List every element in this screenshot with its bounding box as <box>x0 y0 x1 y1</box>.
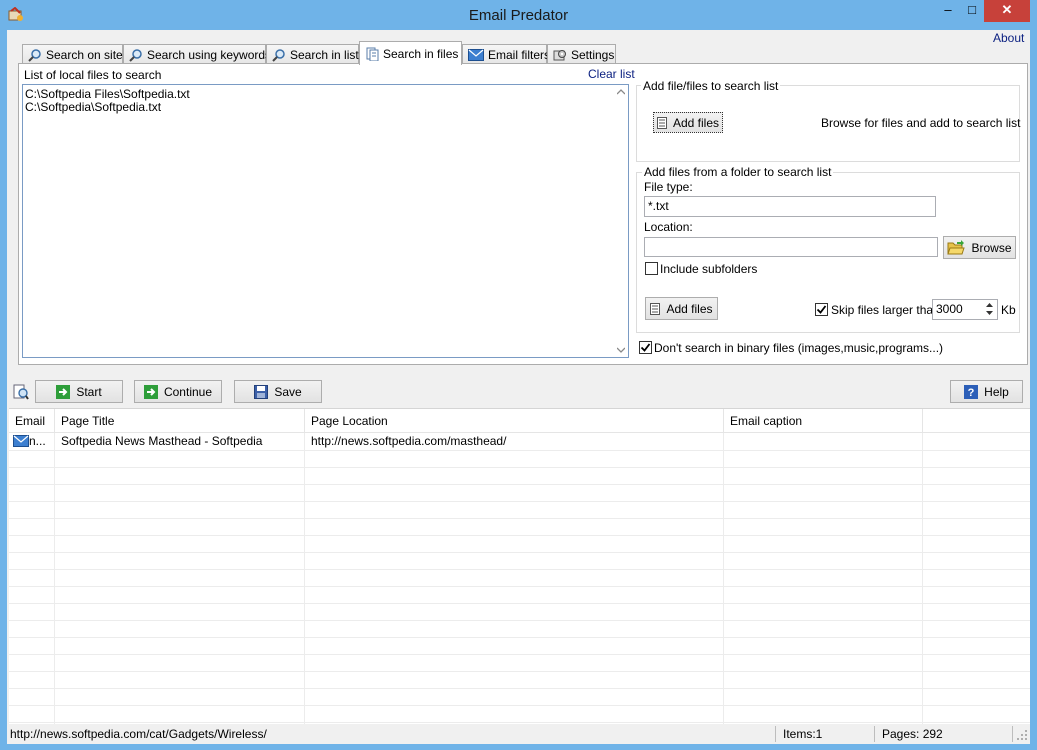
column-header-email-caption[interactable]: Email caption <box>724 409 923 433</box>
add-folder-files-button[interactable]: Add files <box>645 297 718 320</box>
status-items: Items:1 <box>783 727 823 741</box>
status-url: http://news.softpedia.com/cat/Gadgets/Wi… <box>10 727 267 741</box>
cell-email-caption[interactable] <box>724 433 923 450</box>
document-icon <box>656 116 667 129</box>
magnifier-icon <box>129 48 142 62</box>
column-header-filler <box>923 409 1030 433</box>
button-label: Help <box>984 384 1009 399</box>
list-item[interactable]: C:\Softpedia\Softpedia.txt <box>25 100 161 114</box>
help-icon: ? <box>964 384 979 399</box>
table-row[interactable]: n... <box>9 433 55 450</box>
checkmark-icon <box>816 305 827 314</box>
chevron-down-icon[interactable] <box>617 347 625 353</box>
column-header-email[interactable]: Email <box>9 409 55 433</box>
resize-grip-icon[interactable] <box>1017 730 1028 741</box>
list-item[interactable]: C:\Softpedia Files\Softpedia.txt <box>25 87 190 101</box>
arrow-right-icon <box>56 384 71 399</box>
browse-button[interactable]: Browse <box>943 236 1016 259</box>
files-listbox[interactable]: C:\Softpedia Files\Softpedia.txt C:\Soft… <box>22 84 629 358</box>
tab-search-in-files[interactable]: Search in files <box>359 41 462 65</box>
start-button[interactable]: Start <box>35 380 123 403</box>
tab-email-filters[interactable]: Email filters <box>462 44 551 64</box>
include-subfolders-label: Include subfolders <box>660 262 758 276</box>
cell-page-location[interactable]: http://news.softpedia.com/masthead/ <box>305 433 724 450</box>
tab-label: Email filters <box>488 47 551 62</box>
file-type-input[interactable]: *.txt <box>644 196 936 217</box>
button-label: Save <box>274 384 302 399</box>
tab-search-on-site[interactable]: Search on site <box>22 44 123 64</box>
tab-label: Search on site <box>46 47 123 62</box>
search-status-icon <box>13 384 29 403</box>
clear-list-link[interactable]: Clear list <box>588 67 635 81</box>
tab-search-using-keywords[interactable]: Search using keywords <box>123 44 271 64</box>
add-files-legend: Add file/files to search list <box>641 79 781 93</box>
spin-arrows-icon[interactable] <box>985 302 994 316</box>
cell-page-title[interactable]: Softpedia News Masthead - Softpedia <box>55 433 305 450</box>
floppy-disk-icon <box>254 384 269 399</box>
status-bar: http://news.softpedia.com/cat/Gadgets/Wi… <box>7 724 1030 744</box>
tab-label: Search in list <box>290 47 359 62</box>
gear-icon <box>553 49 566 60</box>
skip-binary-label: Don't search in binary files (images,mus… <box>654 341 944 355</box>
button-label: Browse <box>971 240 1012 255</box>
folder-open-icon <box>947 239 966 254</box>
close-button[interactable]: ✕ <box>984 0 1030 22</box>
window-title: Email Predator <box>468 7 569 24</box>
add-files-description: Browse for files and add to search list <box>821 116 1021 130</box>
skip-large-files-checkbox[interactable] <box>815 303 828 316</box>
about-link[interactable]: About <box>993 31 1024 45</box>
continue-button[interactable]: Continue <box>134 380 222 403</box>
minimize-button[interactable]: – <box>936 0 960 22</box>
checkmark-icon <box>640 343 651 352</box>
tab-label: Search in files <box>383 46 459 61</box>
tab-settings[interactable]: Settings <box>547 44 616 64</box>
skip-binary-checkbox[interactable] <box>639 341 652 354</box>
status-pages: Pages: 292 <box>882 727 943 741</box>
location-label: Location: <box>644 220 693 234</box>
maximize-button[interactable]: □ <box>960 0 984 22</box>
column-header-page-location[interactable]: Page Location <box>305 409 724 433</box>
document-icon <box>366 47 379 61</box>
tab-label: Settings <box>571 47 615 62</box>
save-button[interactable]: Save <box>234 380 322 403</box>
button-label: Add files <box>666 301 713 316</box>
button-label: Add files <box>672 115 720 130</box>
arrow-right-icon <box>143 384 158 399</box>
skip-large-files-label: Skip files larger than <box>831 303 940 317</box>
vertical-scrollbar[interactable] <box>614 85 628 357</box>
add-files-button[interactable]: Add files <box>653 112 723 133</box>
envelope-icon <box>468 48 484 61</box>
column-header-page-title[interactable]: Page Title <box>55 409 305 433</box>
skip-size-value: 3000 <box>936 302 963 316</box>
location-input[interactable] <box>644 237 938 257</box>
results-table[interactable]: Email Page Title Page Location Email cap… <box>9 408 1030 724</box>
button-label: Continue <box>163 384 213 399</box>
files-list-title: List of local files to search <box>24 68 162 82</box>
cell-email: n... <box>29 434 46 448</box>
help-button[interactable]: ? Help <box>950 380 1023 403</box>
magnifier-icon <box>272 48 285 62</box>
add-folder-legend: Add files from a folder to search list <box>642 165 834 179</box>
include-subfolders-checkbox[interactable] <box>645 262 658 275</box>
document-icon <box>650 302 661 315</box>
tab-search-in-list[interactable]: Search in list <box>266 44 359 64</box>
envelope-icon <box>13 435 29 447</box>
file-type-label: File type: <box>644 180 693 194</box>
tab-label: Search using keywords <box>147 47 272 62</box>
chevron-up-icon[interactable] <box>617 89 625 95</box>
magnifier-icon <box>28 48 41 62</box>
button-label: Start <box>76 384 102 399</box>
svg-text:?: ? <box>968 387 975 399</box>
skip-size-unit: Kb <box>1001 303 1016 317</box>
skip-size-spinner[interactable]: 3000 <box>932 299 998 320</box>
